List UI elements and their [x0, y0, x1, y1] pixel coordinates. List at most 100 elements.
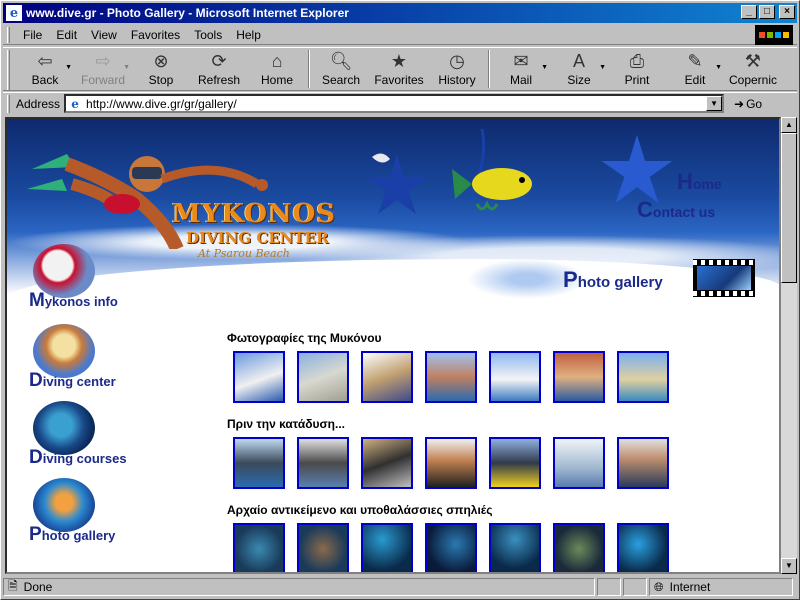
address-bar: Address e http://www.dive.gr/gr/gallery/… [3, 92, 797, 114]
photo-thumbnail[interactable] [553, 351, 605, 403]
menu-tools[interactable]: Tools [187, 28, 229, 42]
photo-thumbnail[interactable] [297, 351, 349, 403]
go-button[interactable]: ➜ Go [734, 97, 762, 111]
photo-thumbnail[interactable] [617, 437, 669, 489]
back-button[interactable]: ⇦ Back ▼ [16, 48, 74, 90]
photo-thumbnail[interactable] [361, 523, 413, 572]
back-label: Back [31, 73, 59, 87]
scroll-up-button[interactable]: ▲ [781, 117, 797, 133]
brand-name: MYKONOS [172, 199, 337, 229]
photo-thumbnail[interactable] [233, 523, 285, 572]
forward-button[interactable]: ⇨ Forward ▼ [74, 48, 132, 90]
minimize-button[interactable]: _ [741, 5, 757, 19]
refresh-label: Refresh [197, 73, 241, 87]
print-label: Print [624, 73, 650, 87]
vertical-scrollbar[interactable]: ▲ ▼ [781, 117, 797, 574]
address-url[interactable]: http://www.dive.gr/gr/gallery/ [86, 97, 706, 111]
size-button[interactable]: A Size ▼ [550, 48, 608, 90]
mail-icon: ✉ [513, 51, 529, 71]
address-input[interactable]: e http://www.dive.gr/gr/gallery/ ▼ [64, 94, 725, 113]
mail-dropdown-icon[interactable]: ▼ [541, 64, 548, 71]
edit-button[interactable]: ✎ Edit ▼ [666, 48, 724, 90]
photo-thumbnail[interactable] [233, 351, 285, 403]
diving-courses-label: Diving courses [29, 447, 127, 469]
scroll-down-button[interactable]: ▼ [781, 558, 797, 574]
diving-courses-initial: D [29, 447, 43, 468]
left-nav-photo-gallery[interactable]: Photo gallery [27, 478, 207, 552]
printer-icon: ⎙ [629, 51, 645, 71]
copernic-icon: ⚒ [744, 51, 762, 71]
search-icon: 🔍︎ [329, 51, 353, 71]
back-dropdown-icon[interactable]: ▼ [65, 64, 72, 71]
photo-thumbnail[interactable] [361, 437, 413, 489]
photo-gallery-initial: P [29, 524, 42, 545]
photo-thumbnail[interactable] [233, 437, 285, 489]
copernic-button[interactable]: ⚒ Copernic [724, 48, 782, 90]
refresh-button[interactable]: ⟳ Refresh [190, 48, 248, 90]
windows-logo-icon [755, 25, 793, 45]
gallery-title: Photo gallery [563, 267, 663, 293]
nav-contact-link[interactable]: Contact us [637, 197, 715, 223]
forward-dropdown-icon[interactable]: ▼ [123, 64, 130, 71]
photo-thumbnail[interactable] [297, 437, 349, 489]
photo-thumbnail[interactable] [297, 523, 349, 572]
photo-thumbnail[interactable] [489, 523, 541, 572]
refresh-icon: ⟳ [211, 51, 227, 71]
left-nav-mykonos-info[interactable]: Mykonos info [27, 244, 207, 318]
size-dropdown-icon[interactable]: ▼ [599, 64, 606, 71]
search-button[interactable]: 🔍︎ Search [312, 48, 370, 90]
internet-globe-icon: 🌐︎ [654, 579, 664, 594]
toolbar-grip[interactable] [7, 50, 10, 90]
address-dropdown-icon[interactable]: ▼ [706, 96, 723, 111]
edit-dropdown-icon[interactable]: ▼ [715, 64, 722, 71]
toolbar-separator [308, 50, 310, 88]
left-nav-diving-courses[interactable]: Diving courses [27, 401, 207, 475]
page-viewport[interactable]: MYKONOS DIVING CENTER At Psarou Beach Ho… [5, 117, 781, 574]
window-title: www.dive.gr - Photo Gallery - Microsoft … [26, 6, 349, 20]
home-label: Home [260, 73, 293, 87]
photo-thumbnail[interactable] [553, 523, 605, 572]
photo-thumbnail[interactable] [489, 437, 541, 489]
gallery-title-initial: P [563, 267, 578, 292]
status-panel [597, 578, 621, 596]
photo-thumbnail[interactable] [617, 351, 669, 403]
menu-edit[interactable]: Edit [49, 28, 84, 42]
gallery-header: Photo gallery [467, 259, 779, 304]
photo-thumbnail[interactable] [361, 351, 413, 403]
home-link-initial: H [677, 169, 693, 194]
home-button[interactable]: ⌂ Home [248, 48, 306, 90]
maximize-button[interactable]: □ [759, 5, 775, 19]
menu-help[interactable]: Help [229, 28, 268, 42]
close-button[interactable]: × [779, 5, 795, 19]
menu-grip[interactable] [7, 26, 10, 43]
photo-thumbnail[interactable] [617, 523, 669, 572]
nav-home-link[interactable]: Home [677, 169, 722, 195]
photo-thumbnail[interactable] [425, 437, 477, 489]
menu-view[interactable]: View [84, 28, 124, 42]
mykonos-info-label: Mykonos info [29, 290, 118, 312]
zone-text: Internet [669, 580, 711, 594]
section-title-ancient-object-caves: Αρχαίο αντικείμενο και υποθαλάσσιες σπηλ… [227, 503, 493, 517]
size-label: Size [567, 73, 591, 87]
photo-thumbnail[interactable] [489, 351, 541, 403]
photo-thumbnail[interactable] [425, 351, 477, 403]
diving-center-initial: D [29, 370, 43, 391]
ie-logo-icon: e [6, 5, 22, 21]
history-button[interactable]: ◷ History [428, 48, 486, 90]
title-bar[interactable]: e www.dive.gr - Photo Gallery - Microsof… [3, 3, 797, 23]
go-arrow-icon: ➜ [734, 96, 745, 111]
mail-button[interactable]: ✉ Mail ▼ [492, 48, 550, 90]
left-nav-diving-center[interactable]: Diving center [27, 324, 207, 398]
menu-file[interactable]: File [16, 28, 49, 42]
address-grip[interactable] [7, 94, 10, 113]
menu-favorites[interactable]: Favorites [124, 28, 187, 42]
photo-thumbnail[interactable] [425, 523, 477, 572]
address-label: Address [16, 96, 61, 111]
print-button[interactable]: ⎙ Print [608, 48, 666, 90]
shell-starfish-illustration [366, 153, 428, 214]
photo-thumbnail[interactable] [553, 437, 605, 489]
favorites-button[interactable]: ★ Favorites [370, 48, 428, 90]
stop-button[interactable]: ⊗ Stop [132, 48, 190, 90]
scroll-thumb[interactable] [781, 133, 797, 283]
home-icon: ⌂ [271, 51, 283, 71]
